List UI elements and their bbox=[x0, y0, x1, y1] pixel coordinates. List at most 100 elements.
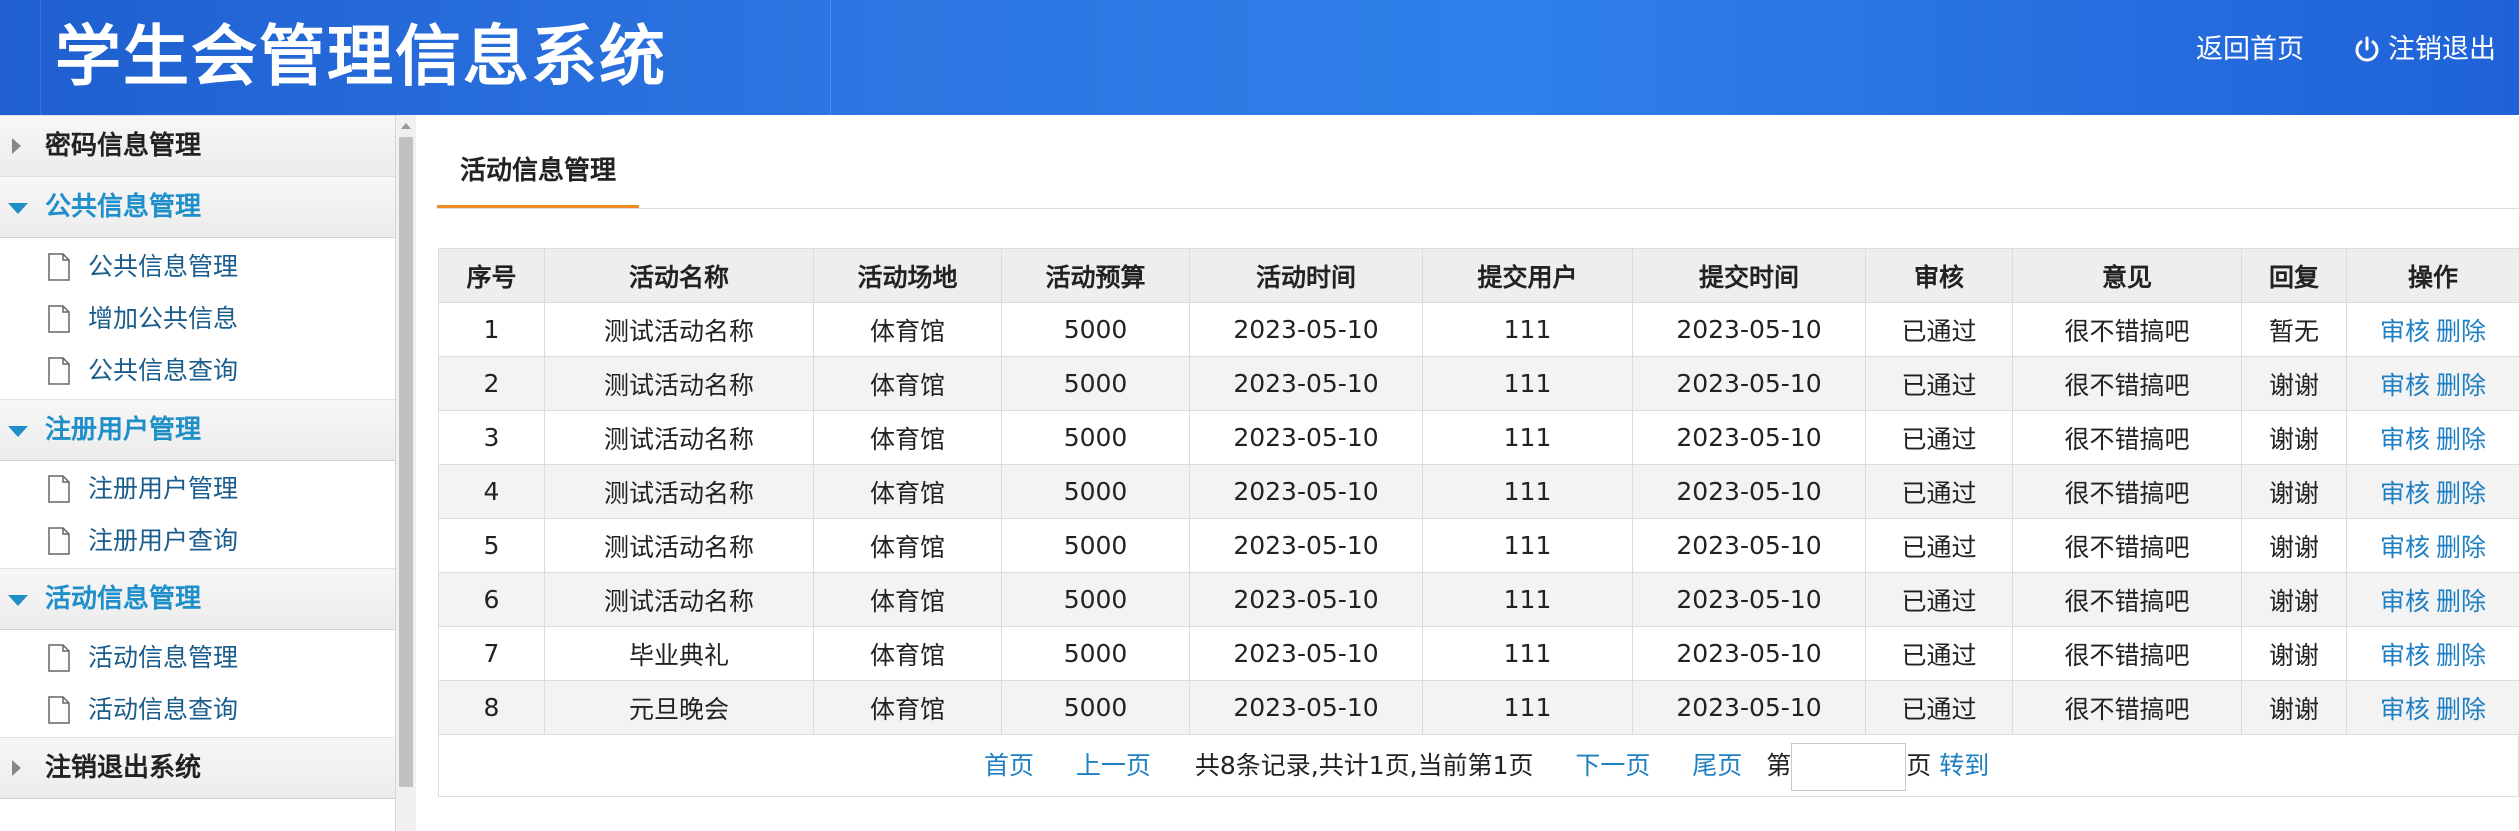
table-cell: 2023-05-10 bbox=[1189, 572, 1423, 627]
table-cell: 2023-05-10 bbox=[1632, 464, 1866, 519]
last-page-link[interactable]: 尾页 bbox=[1692, 751, 1742, 780]
delete-link[interactable]: 删除 bbox=[2436, 533, 2486, 562]
sidebar-item-public-info-manage[interactable]: 公共信息管理 bbox=[0, 241, 395, 293]
menu-group-public-info[interactable]: 公共信息管理 bbox=[0, 176, 395, 238]
table-cell: 5000 bbox=[1001, 356, 1190, 411]
caret-down-icon bbox=[8, 426, 28, 437]
table-cell: 2023-05-10 bbox=[1189, 518, 1423, 573]
table-cell: 谢谢 bbox=[2241, 518, 2347, 573]
table-header-row: 序号 活动名称 活动场地 活动预算 活动时间 提交用户 提交时间 审核 意见 回复 操作 bbox=[438, 248, 2519, 303]
table-cell: 2023-05-10 bbox=[1632, 302, 1866, 357]
table-cell: 7 bbox=[438, 626, 545, 681]
delete-link[interactable]: 删除 bbox=[2436, 695, 2486, 724]
tab-activity-info[interactable]: 活动信息管理 bbox=[437, 140, 639, 208]
document-icon bbox=[48, 357, 70, 385]
actions-cell: 审核 删除 bbox=[2346, 356, 2519, 411]
table-cell: 111 bbox=[1422, 518, 1633, 573]
approve-link[interactable]: 审核 bbox=[2380, 425, 2430, 454]
logout-link[interactable]: 注销退出 bbox=[2352, 30, 2496, 70]
table-cell: 已通过 bbox=[1865, 572, 2013, 627]
scroll-up-arrow-icon[interactable] bbox=[401, 123, 411, 129]
table-cell: 谢谢 bbox=[2241, 680, 2347, 735]
next-page-link[interactable]: 下一页 bbox=[1575, 751, 1650, 780]
menu-group-registered-users[interactable]: 注册用户管理 bbox=[0, 399, 395, 461]
table-cell: 111 bbox=[1422, 572, 1633, 627]
sidebar-item-label: 活动信息查询 bbox=[88, 695, 239, 724]
actions-cell: 审核 删除 bbox=[2346, 680, 2519, 735]
approve-link[interactable]: 审核 bbox=[2380, 695, 2430, 724]
table-cell: 111 bbox=[1422, 410, 1633, 465]
table-cell: 元旦晚会 bbox=[544, 680, 814, 735]
table-cell: 5000 bbox=[1001, 518, 1190, 573]
caret-right-icon bbox=[12, 138, 21, 154]
delete-link[interactable]: 删除 bbox=[2436, 317, 2486, 346]
goto-button[interactable]: 转到 bbox=[1939, 751, 1989, 780]
column-header: 回复 bbox=[2241, 248, 2347, 303]
table-cell: 谢谢 bbox=[2241, 464, 2347, 519]
main-content: 活动信息管理 序号 活动名称 活动场地 活动预算 活动时间 提交用户 提交时间 审核 意见 回复操… bbox=[437, 115, 2519, 831]
approve-link[interactable]: 审核 bbox=[2380, 479, 2430, 508]
table-cell: 5000 bbox=[1001, 680, 1190, 735]
approve-link[interactable]: 审核 bbox=[2380, 371, 2430, 400]
menu-group-password[interactable]: 密码信息管理 bbox=[0, 115, 395, 177]
table-cell: 已通过 bbox=[1865, 464, 2013, 519]
table-cell: 测试活动名称 bbox=[544, 302, 814, 357]
approve-link[interactable]: 审核 bbox=[2380, 317, 2430, 346]
column-header: 活动场地 bbox=[813, 248, 1002, 303]
delete-link[interactable]: 删除 bbox=[2436, 371, 2486, 400]
menu-group-activity-info[interactable]: 活动信息管理 bbox=[0, 568, 395, 630]
menu-group-label: 密码信息管理 bbox=[45, 131, 202, 161]
table-cell: 2023-05-10 bbox=[1189, 410, 1423, 465]
sidebar-item-activity-info-manage[interactable]: 活动信息管理 bbox=[0, 632, 395, 684]
activity-table: 序号 活动名称 活动场地 活动预算 活动时间 提交用户 提交时间 审核 意见 回复 操作 1 测试活动… bbox=[438, 248, 2519, 735]
home-link[interactable]: 返回首页 bbox=[2196, 30, 2304, 70]
sidebar-item-add-public-info[interactable]: 增加公共信息 bbox=[0, 293, 395, 345]
table-cell: 8 bbox=[438, 680, 545, 735]
table-cell: 体育馆 bbox=[813, 572, 1002, 627]
table-cell: 111 bbox=[1422, 680, 1633, 735]
table-row: 1 测试活动名称 体育馆 5000 2023-05-10 111 2023-05-10 已通过… bbox=[438, 302, 2519, 357]
table-cell: 很不错搞吧 bbox=[2012, 572, 2242, 627]
document-icon bbox=[48, 644, 70, 672]
sidebar-item-registered-users-query[interactable]: 注册用户查询 bbox=[0, 515, 395, 567]
table-cell: 111 bbox=[1422, 302, 1633, 357]
table-cell: 1 bbox=[438, 302, 545, 357]
approve-link[interactable]: 审核 bbox=[2380, 533, 2430, 562]
actions-cell: 审核 删除 bbox=[2346, 626, 2519, 681]
goto-suffix: 页 bbox=[1906, 751, 1932, 780]
delete-link[interactable]: 删除 bbox=[2436, 425, 2486, 454]
page-number-input[interactable] bbox=[1791, 743, 1907, 791]
menu-group-logout[interactable]: 注销退出系统 bbox=[0, 737, 395, 799]
delete-link[interactable]: 删除 bbox=[2436, 587, 2486, 616]
approve-link[interactable]: 审核 bbox=[2380, 587, 2430, 616]
table-cell: 测试活动名称 bbox=[544, 410, 814, 465]
approve-link[interactable]: 审核 bbox=[2380, 641, 2430, 670]
table-cell: 2023-05-10 bbox=[1632, 356, 1866, 411]
table-cell: 2023-05-10 bbox=[1189, 302, 1423, 357]
table-cell: 3 bbox=[438, 410, 545, 465]
prev-page-link[interactable]: 上一页 bbox=[1076, 751, 1151, 780]
caret-down-icon bbox=[8, 203, 28, 214]
actions-cell: 审核 删除 bbox=[2346, 302, 2519, 357]
column-header: 操作 bbox=[2346, 248, 2519, 303]
scrollbar-thumb[interactable] bbox=[399, 137, 413, 787]
table-cell: 已通过 bbox=[1865, 356, 2013, 411]
actions-cell: 审核 删除 bbox=[2346, 518, 2519, 573]
delete-link[interactable]: 删除 bbox=[2436, 479, 2486, 508]
table-cell: 谢谢 bbox=[2241, 572, 2347, 627]
first-page-link[interactable]: 首页 bbox=[984, 751, 1034, 780]
table-cell: 5000 bbox=[1001, 302, 1190, 357]
actions-cell: 审核 删除 bbox=[2346, 464, 2519, 519]
sidebar-item-label: 公共信息查询 bbox=[88, 356, 239, 385]
table-cell: 5000 bbox=[1001, 410, 1190, 465]
sidebar-item-activity-info-query[interactable]: 活动信息查询 bbox=[0, 684, 395, 736]
menu-group-label: 注销退出系统 bbox=[45, 753, 202, 783]
sidebar-scrollbar[interactable] bbox=[396, 115, 416, 831]
column-header: 活动时间 bbox=[1189, 248, 1423, 303]
top-header: 学生会管理信息系统 返回首页 注销退出 bbox=[0, 0, 2519, 115]
table-cell: 2023-05-10 bbox=[1632, 626, 1866, 681]
delete-link[interactable]: 删除 bbox=[2436, 641, 2486, 670]
sidebar-item-registered-users-manage[interactable]: 注册用户管理 bbox=[0, 463, 395, 515]
sidebar-item-public-info-query[interactable]: 公共信息查询 bbox=[0, 345, 395, 397]
table-cell: 已通过 bbox=[1865, 410, 2013, 465]
